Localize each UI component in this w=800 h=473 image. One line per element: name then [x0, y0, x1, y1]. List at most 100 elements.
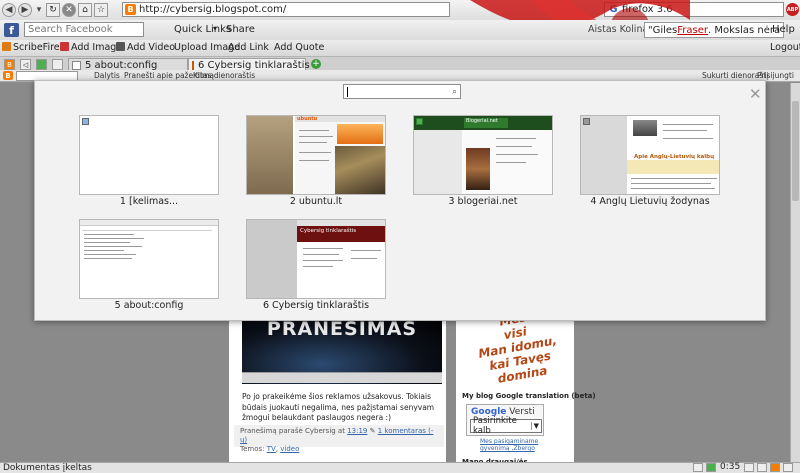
tab-thumbnail-3[interactable]: Blogeriai.net: [413, 115, 553, 195]
add-image-label: Add Image: [71, 42, 123, 53]
comment-icon: ✎: [369, 427, 376, 435]
reload-icon[interactable]: ↻: [46, 3, 60, 17]
tab-search-input[interactable]: ⌕: [343, 84, 461, 99]
tab-thumbnail-label: 5 about:config: [114, 300, 184, 311]
home-icon[interactable]: ⌂: [78, 3, 92, 17]
facebook-search-input[interactable]: Search Facebook: [24, 22, 144, 37]
post-time-link[interactable]: 13:19: [347, 427, 367, 435]
search-bar[interactable]: G firefox 3.6: [604, 2, 784, 17]
label-link-tv[interactable]: TV: [267, 445, 276, 453]
page-scrollbar[interactable]: [790, 83, 800, 462]
text-line: [299, 142, 327, 143]
quick-links-button[interactable]: Quick Links: [174, 24, 231, 35]
news-ticker[interactable]: "Giles Fraser. Mokslas nėra: [644, 22, 784, 38]
powered-by-link[interactable]: Mes pasigaminame gyvenimą ,Zbergo: [480, 438, 550, 452]
text-line: [496, 154, 538, 155]
navigation-toolbar: ◀ ▶ ▾ ↻ ✕ ⌂ ☆ B http://cybersig.blogspot…: [0, 0, 800, 20]
tab-thumbnail-label: 2 ubuntu.lt: [289, 196, 343, 207]
tab-thumbnail-1[interactable]: [79, 115, 219, 195]
text-line: [82, 230, 212, 231]
tab-thumbnail-2[interactable]: ubuntu: [246, 115, 386, 195]
blogeriai-logo-text: Blogeriai.net: [464, 118, 508, 128]
tab-scroll-left-icon[interactable]: ◁: [20, 59, 31, 70]
tab-bar: B ◁ 5 about:config 6 Cybersig tinklarašt…: [0, 56, 800, 71]
page-icon: [72, 60, 81, 70]
text-line: [351, 250, 381, 251]
history-dropdown-icon[interactable]: ▾: [34, 3, 44, 17]
news-suffix: . Mokslas nėra: [708, 24, 781, 36]
cybersig-thumbnail-title: Cybersig tinklaraštis: [297, 226, 385, 242]
add-quote-button[interactable]: Add Quote: [274, 42, 324, 53]
thumbnail-header: [80, 220, 218, 226]
status-icon[interactable]: [783, 463, 793, 472]
tab-bloggers-icon[interactable]: [36, 59, 47, 70]
stop-icon[interactable]: ✕: [62, 3, 76, 17]
text-line: [84, 238, 144, 239]
tab-thumbnail-5[interactable]: [79, 219, 219, 299]
video-title: PRANEŠIMAS: [266, 318, 418, 340]
page-icon: [416, 118, 423, 125]
tab-thumbnail-6[interactable]: Cybersig tinklaraštis: [246, 219, 386, 299]
blogger-tab-icon[interactable]: B: [4, 59, 15, 70]
translation-heading: My blog Google translation (beta): [462, 392, 596, 400]
add-link-button[interactable]: Add Link: [228, 42, 269, 53]
text-line: [303, 266, 333, 267]
scribefire-button[interactable]: ScribeFire: [2, 42, 60, 53]
tab-overview-panel: ⌕ ✕ 1 [kelimas... ubuntu 2 ubuntu.lt Blo…: [34, 80, 766, 321]
text-line: [303, 248, 343, 249]
text-line: [84, 234, 134, 235]
thumbnail-banner: [337, 124, 383, 144]
add-video-button[interactable]: Add Video: [116, 42, 175, 53]
url-bar[interactable]: B http://cybersig.blogspot.com/: [122, 2, 450, 17]
text-line: [303, 254, 339, 255]
status-text: Dokumentas įkeltas: [3, 463, 92, 473]
close-icon[interactable]: ✕: [749, 85, 762, 103]
status-blogger-icon[interactable]: [770, 463, 780, 472]
label-link-video[interactable]: video: [280, 445, 299, 453]
bookmark-icon[interactable]: ☆: [94, 3, 108, 17]
tab-thumbnail-4[interactable]: Apie Anglų-Lietuvių kalbų žodyną: [580, 115, 720, 195]
page-icon: [82, 118, 89, 125]
video-controls[interactable]: [242, 372, 442, 383]
google-search-engine-icon[interactable]: G: [607, 3, 620, 16]
back-icon[interactable]: ◀: [2, 3, 16, 17]
image-icon: [60, 42, 69, 51]
text-line: [663, 124, 713, 125]
status-addon-icon[interactable]: [693, 463, 703, 472]
next-blog-link[interactable]: Kitas dienoraštis: [193, 71, 255, 80]
language-select[interactable]: Pasirinkite kalb ▼: [470, 416, 542, 436]
chevron-down-icon[interactable]: ▾: [213, 24, 217, 33]
thumbnail-background: [414, 130, 462, 194]
tab-dictionary-icon[interactable]: [52, 59, 63, 70]
text-line: [496, 162, 526, 163]
status-icon[interactable]: [744, 463, 754, 472]
share-link[interactable]: Dalytis: [94, 71, 120, 80]
share-button[interactable]: Share: [226, 24, 255, 35]
news-link[interactable]: Fraser: [677, 25, 708, 36]
tab-thumbnail-label: 1 [kelimas...: [119, 196, 179, 207]
blogger-logo-icon[interactable]: B: [3, 71, 13, 80]
news-prefix: "Giles: [648, 24, 678, 36]
labels-prefix: Temos:: [240, 445, 267, 453]
forward-icon[interactable]: ▶: [18, 3, 32, 17]
status-green-icon[interactable]: [706, 463, 716, 472]
text-line: [663, 130, 707, 131]
logout-button[interactable]: Logout: [770, 42, 800, 53]
scrollbar-thumb[interactable]: [792, 101, 799, 201]
thumbnail-background: [247, 116, 293, 194]
video-icon: [116, 42, 125, 51]
add-image-button[interactable]: Add Image: [60, 42, 122, 53]
scribefire-label: ScribeFire: [13, 42, 60, 53]
add-video-label: Add Video: [127, 42, 176, 53]
page-icon: [583, 118, 590, 125]
text-line: [663, 138, 713, 139]
help-button[interactable]: Help: [772, 24, 795, 35]
facebook-logo-icon[interactable]: f: [4, 23, 19, 37]
adblock-plus-icon[interactable]: ABP: [786, 3, 799, 16]
status-icon[interactable]: [757, 463, 767, 472]
text-caret: [347, 86, 348, 97]
new-tab-icon[interactable]: +: [311, 59, 321, 69]
thumbnail-background: [581, 116, 627, 194]
sign-in-link[interactable]: Prisijungti: [757, 71, 794, 80]
thumbnail-photo: [466, 148, 490, 190]
